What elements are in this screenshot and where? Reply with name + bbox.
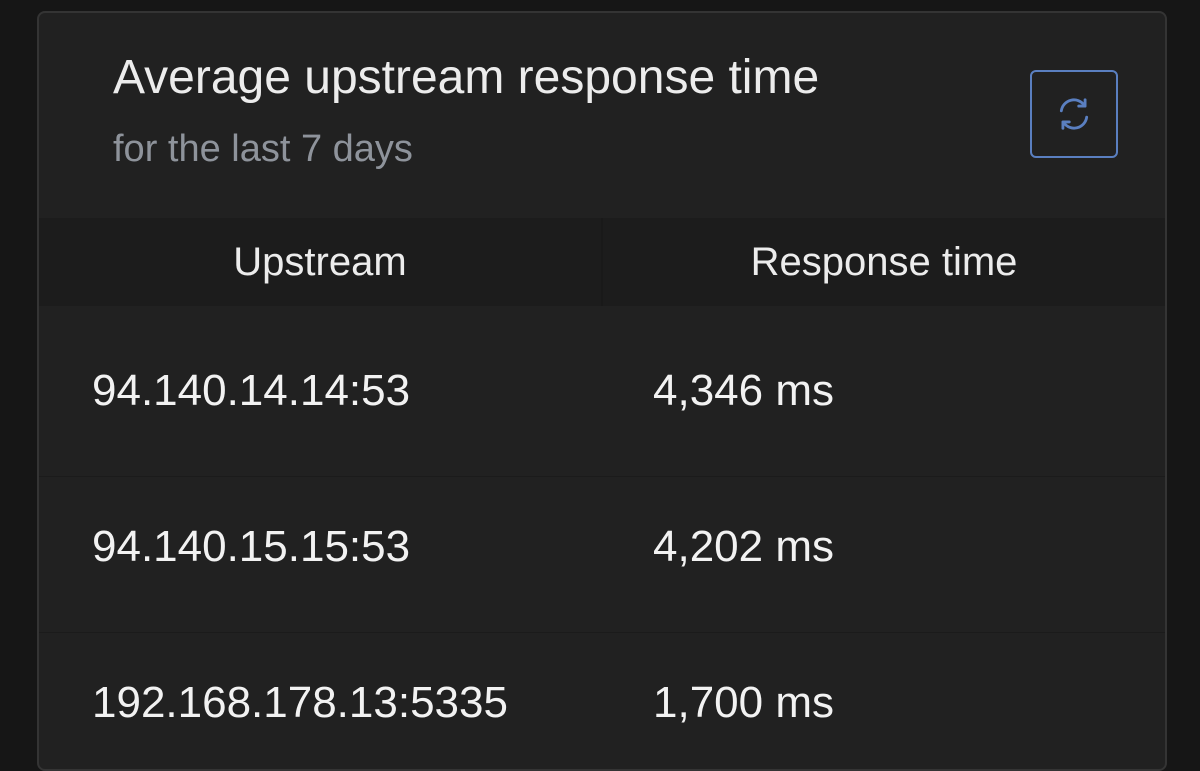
- response-time-cell: 4,346 ms: [653, 366, 834, 415]
- table-body: 94.140.14.14:53 4,346 ms 94.140.15.15:53…: [39, 321, 1165, 769]
- response-time-cell: 4,202 ms: [653, 522, 834, 571]
- upstream-cell: 94.140.14.14:53: [92, 366, 411, 415]
- table-row: 94.140.14.14:53 4,346 ms: [39, 321, 1165, 477]
- upstream-cell: 94.140.15.15:53: [92, 522, 411, 571]
- response-time-cell: 1,700 ms: [653, 678, 834, 727]
- table-row: 94.140.15.15:53 4,202 ms: [39, 477, 1165, 633]
- column-header-response-time[interactable]: Response time: [603, 218, 1165, 306]
- card-subtitle: for the last 7 days: [113, 128, 413, 170]
- refresh-button[interactable]: [1030, 70, 1118, 158]
- upstream-response-card: Average upstream response time for the l…: [37, 11, 1167, 771]
- card-header: Average upstream response time for the l…: [39, 13, 1165, 218]
- table-header: Upstream Response time: [39, 218, 1165, 306]
- upstream-table: Upstream Response time 94.140.14.14:53 4…: [39, 218, 1165, 769]
- column-header-upstream[interactable]: Upstream: [39, 218, 603, 306]
- table-row: 192.168.178.13:5335 1,700 ms: [39, 633, 1165, 769]
- upstream-cell: 192.168.178.13:5335: [92, 678, 508, 727]
- card-title: Average upstream response time: [113, 51, 820, 104]
- refresh-icon: [1055, 95, 1093, 133]
